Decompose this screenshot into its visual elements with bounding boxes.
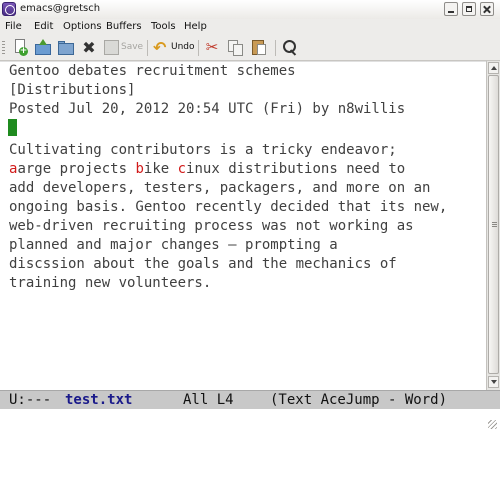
menu-bar: File Edit Options Buffers Tools Help bbox=[0, 19, 500, 35]
buffer-line: discssion about the goals and the mechan… bbox=[9, 256, 397, 272]
undo-label: Undo bbox=[171, 42, 195, 52]
buffer-line: Cultivating contributors is a tricky end… bbox=[9, 142, 397, 158]
open-arrow-icon bbox=[39, 39, 47, 45]
search-button[interactable] bbox=[281, 39, 299, 56]
save-label: Save bbox=[121, 42, 144, 52]
buffer-line: Gentoo debates recruitment schemes bbox=[9, 63, 296, 79]
modeline-position: All L4 bbox=[183, 392, 234, 408]
buffer-line: web-driven recruiting process was not wo… bbox=[9, 218, 414, 234]
jump-text: arge projects bbox=[17, 161, 136, 177]
buffer-line: ongoing basis. Gentoo recently decided t… bbox=[9, 199, 448, 215]
folder-icon bbox=[35, 44, 51, 55]
emacs-app-icon[interactable] bbox=[2, 2, 16, 16]
paste-button[interactable] bbox=[250, 39, 268, 56]
jump-marker-b[interactable]: b bbox=[135, 161, 143, 177]
copy-icon-front bbox=[233, 44, 243, 56]
menu-file[interactable]: File bbox=[5, 21, 22, 32]
title-bar: emacs@gretsch bbox=[0, 0, 500, 20]
paste-sheet-icon bbox=[257, 44, 266, 55]
toolbar-separator bbox=[198, 40, 199, 56]
menu-edit[interactable]: Edit bbox=[34, 21, 53, 32]
buffer-line: Posted Jul 20, 2012 20:54 UTC (Fri) by n… bbox=[9, 101, 406, 117]
minimize-button[interactable] bbox=[444, 2, 458, 16]
resize-grip-icon[interactable] bbox=[488, 420, 497, 429]
menu-help[interactable]: Help bbox=[184, 21, 207, 32]
modeline-status: U:--- bbox=[9, 392, 52, 408]
buffer-line: add developers, testers, packagers, and … bbox=[9, 180, 431, 196]
menu-options[interactable]: Options bbox=[63, 21, 102, 32]
buffer-line: planned and major changes — prompting a bbox=[9, 237, 338, 253]
jump-text: ike bbox=[143, 161, 178, 177]
maximize-button[interactable] bbox=[462, 2, 476, 16]
toolbar-separator bbox=[147, 40, 148, 56]
jump-marker-c[interactable]: c bbox=[178, 161, 186, 177]
buffer-line: training new volunteers. bbox=[9, 275, 212, 291]
toolbar-separator bbox=[275, 40, 276, 56]
window-title: emacs@gretsch bbox=[20, 3, 101, 14]
save-disk-icon bbox=[104, 40, 119, 55]
scroll-up-button[interactable] bbox=[488, 62, 499, 74]
save-button[interactable]: Save bbox=[104, 39, 144, 56]
undo-button[interactable]: ↶ Undo bbox=[153, 39, 195, 56]
jump-text: inux distributions need to bbox=[186, 161, 406, 177]
open-file-button[interactable] bbox=[34, 39, 52, 56]
undo-arrow-icon: ↶ bbox=[153, 38, 167, 57]
text-cursor bbox=[8, 119, 17, 136]
kill-buffer-button[interactable]: ✖ bbox=[80, 39, 98, 56]
search-icon-handle bbox=[289, 49, 297, 56]
cut-button[interactable]: ✂ bbox=[203, 39, 221, 56]
directory-icon bbox=[58, 43, 74, 55]
modeline-buffer-name[interactable]: test.txt bbox=[65, 391, 132, 409]
toolbar-grip[interactable] bbox=[2, 41, 5, 55]
modeline-modes[interactable]: (Text AceJump - Word) bbox=[270, 391, 447, 409]
scroll-down-button[interactable] bbox=[488, 376, 499, 388]
vertical-scrollbar[interactable] bbox=[486, 61, 500, 390]
new-file-button[interactable]: + bbox=[12, 39, 30, 56]
scrollbar-thumb[interactable] bbox=[488, 75, 499, 374]
buffer-line-jump-targets: aarge projects bike cinux distributions … bbox=[9, 160, 405, 179]
mode-line: U:--- test.txt All L4 (Text AceJump - Wo… bbox=[0, 390, 500, 409]
buffer-line: [Distributions] bbox=[9, 82, 136, 98]
plus-icon: + bbox=[19, 46, 28, 56]
open-directory-button[interactable] bbox=[57, 39, 75, 56]
close-window-button[interactable] bbox=[480, 2, 494, 16]
menu-tools[interactable]: Tools bbox=[151, 21, 176, 32]
editor-buffer[interactable]: Gentoo debates recruitment schemes [Dist… bbox=[0, 61, 486, 390]
echo-area[interactable] bbox=[0, 409, 500, 432]
scrollbar-grip bbox=[492, 222, 497, 228]
toolbar: + ✖ Save ↶ Undo ✂ bbox=[0, 35, 500, 61]
copy-button[interactable] bbox=[226, 39, 244, 56]
menu-buffers[interactable]: Buffers bbox=[106, 21, 142, 32]
